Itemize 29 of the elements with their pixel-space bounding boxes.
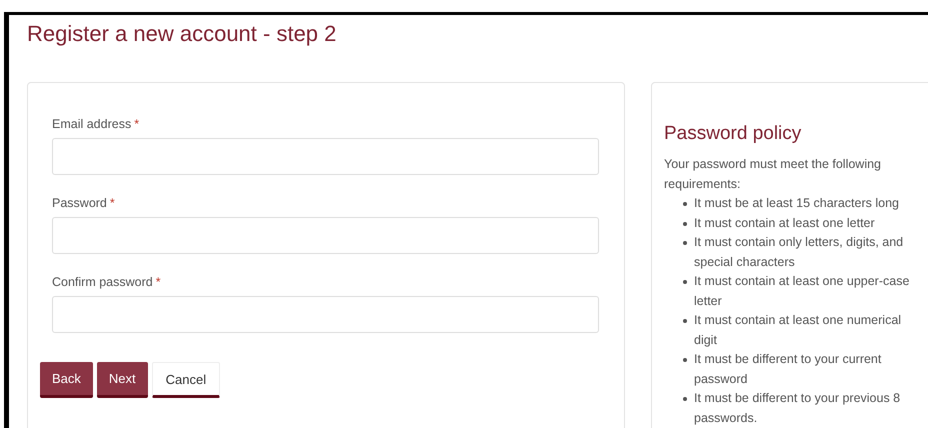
policy-rule: It must contain at least one letter [694, 214, 876, 232]
bullet-icon [683, 241, 687, 245]
required-mark: * [134, 117, 140, 131]
bullet-icon [683, 280, 687, 284]
input-field[interactable] [52, 296, 599, 333]
policy-rule: It must contain only letters, digits, and special characters [694, 234, 904, 271]
policy-rule: It must be different to your current password [694, 351, 882, 388]
primary-button[interactable]: Next [96, 362, 148, 398]
input-field[interactable] [52, 217, 599, 254]
input-field[interactable] [52, 138, 599, 175]
bullet-icon [683, 202, 687, 206]
policy-rule: It must contain at least one numerical digit [694, 312, 902, 349]
required-mark: * [110, 196, 115, 210]
bullet-icon [683, 222, 687, 226]
field-label: Confirm password [52, 275, 153, 289]
policy-intro: Your password must meet the following requirements: [664, 156, 882, 193]
policy-rule: It must be different to your previous 8 passwords. [694, 390, 902, 427]
policy-rule: It must contain at least one upper-case letter [694, 273, 910, 310]
field-label: Email address [52, 117, 132, 131]
secondary-button[interactable]: Cancel [152, 362, 220, 398]
primary-button[interactable]: Back [40, 362, 93, 398]
bullet-icon [683, 358, 687, 362]
field-label: Password [52, 196, 107, 210]
policy-heading: Password policy [664, 122, 802, 146]
required-mark: * [156, 275, 161, 289]
bullet-icon [683, 397, 687, 401]
bullet-icon [683, 319, 687, 323]
policy-rule: It must be at least 15 characters long [694, 195, 900, 212]
page-title: Register a new account - step 2 [27, 20, 338, 48]
